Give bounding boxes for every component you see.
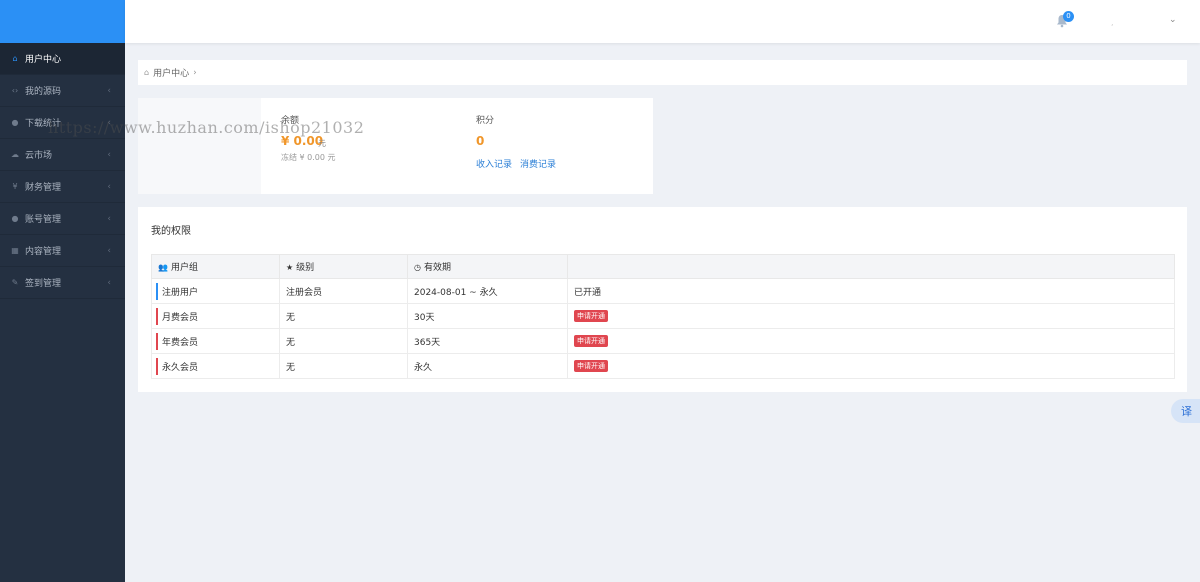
grid-icon: ▦ (11, 246, 19, 255)
column-header-status (567, 254, 1175, 279)
top-header: 0 , ⌄ (125, 0, 1200, 43)
income-records-link[interactable]: 收入记录 (476, 157, 512, 170)
group-cell: 月费会员 (151, 303, 280, 329)
group-name: 年费会员 (162, 337, 199, 348)
sidebar-item-checkin[interactable]: ✎ 签到管理 ‹ (0, 267, 125, 299)
group-cell: 年费会员 (151, 328, 280, 354)
spending-records-link[interactable]: 消费记录 (520, 157, 556, 170)
permissions-title: 我的权限 (151, 226, 191, 237)
logo-area (0, 0, 125, 43)
sidebar-item-cloud-market[interactable]: ☁ 云市场 ‹ (0, 139, 125, 171)
column-header-validity: ◷ 有效期 (407, 254, 568, 279)
validity-cell: 2024-08-01 ~ 永久 (407, 278, 568, 304)
group-cell: 永久会员 (151, 353, 280, 379)
table-header-row: 👥 用户组 ★ 级别 ◷ 有效期 (151, 254, 1175, 279)
chevron-left-icon: ‹ (107, 245, 111, 256)
chevron-left-icon: ‹ (107, 213, 111, 224)
sidebar-item-content[interactable]: ▦ 内容管理 ‹ (0, 235, 125, 267)
status-cell: 申请开通 (567, 328, 1175, 354)
table-row: 年费会员 无 365天 申请开通 (151, 328, 1175, 354)
yen-icon: ¥ (12, 182, 18, 191)
table-row: 月费会员 无 30天 申请开通 (151, 303, 1175, 329)
sidebar-item-label: 我的源码 (25, 87, 62, 97)
user-icon: ● (11, 118, 19, 127)
table-row: 注册用户 注册会员 2024-08-01 ~ 永久 已开通 (151, 278, 1175, 304)
frozen-balance: 冻结 ¥ 0.00 元 (281, 153, 336, 162)
level-cell: 无 (279, 303, 408, 329)
row-indicator (156, 308, 158, 325)
home-icon: ⌂ (144, 68, 150, 77)
apply-button[interactable]: 申请开通 (574, 360, 608, 372)
code-icon: ‹› (11, 86, 19, 95)
level-cell: 无 (279, 353, 408, 379)
chevron-left-icon: ‹ (107, 149, 111, 160)
group-name: 永久会员 (162, 362, 199, 373)
points-label: 积分 (476, 116, 495, 126)
group-name: 注册用户 (162, 287, 199, 298)
validity-cell: 30天 (407, 303, 568, 329)
sidebar-item-my-source[interactable]: ‹› 我的源码 ‹ (0, 75, 125, 107)
level-cell: 注册会员 (279, 278, 408, 304)
sidebar-item-user-center[interactable]: ⌂ 用户中心 (0, 43, 125, 75)
points-value: 0 (476, 134, 485, 148)
permissions-table: 👥 用户组 ★ 级别 ◷ 有效期 注册用户 注册会员 2024-08-01 ~ 永久 … (151, 254, 1175, 379)
apply-button[interactable]: 申请开通 (574, 310, 608, 322)
clock-icon: ◷ (414, 263, 421, 272)
breadcrumb: ⌂ 用户中心 › (138, 60, 1187, 85)
edit-icon: ✎ (11, 278, 19, 287)
column-header-label: 级别 (296, 263, 315, 273)
chevron-left-icon: ‹ (107, 181, 111, 192)
star-icon: ★ (286, 263, 294, 272)
group-cell: 注册用户 (151, 278, 280, 304)
avatar-area (138, 98, 261, 194)
user-menu-separator: , (1111, 18, 1114, 27)
status-cell: 已开通 (567, 278, 1175, 304)
chevron-left-icon: ‹ (107, 85, 111, 96)
table-row: 永久会员 无 永久 申请开通 (151, 353, 1175, 379)
row-indicator (156, 333, 158, 350)
row-indicator (156, 283, 158, 300)
level-cell: 无 (279, 328, 408, 354)
validity-cell: 365天 (407, 328, 568, 354)
column-header-group: 👥 用户组 (151, 254, 280, 279)
cloud-icon: ☁ (11, 150, 19, 159)
watermark-text: https://www.huzhan.com/ishop21032 (48, 118, 365, 137)
sidebar: ⌂ 用户中心 ‹› 我的源码 ‹ ● 下载统计 ‹ ☁ 云市场 ‹ ¥ 财务管理… (0, 0, 125, 582)
status-cell: 申请开通 (567, 303, 1175, 329)
column-header-level: ★ 级别 (279, 254, 408, 279)
status-cell: 申请开通 (567, 353, 1175, 379)
sidebar-item-label: 云市场 (25, 151, 53, 161)
sidebar-item-label: 账号管理 (25, 215, 62, 225)
sidebar-item-account[interactable]: ● 账号管理 ‹ (0, 203, 125, 235)
translate-button[interactable]: 译 (1171, 399, 1200, 423)
column-header-label: 用户组 (170, 263, 198, 273)
breadcrumb-current[interactable]: 用户中心 (153, 66, 189, 79)
permissions-card: 我的权限 👥 用户组 ★ 级别 ◷ 有效期 注册用户 注册会员 2024-08-01 … (138, 207, 1187, 392)
apply-button[interactable]: 申请开通 (574, 335, 608, 347)
balance-unit: 元 (318, 139, 326, 148)
home-icon: ⌂ (12, 54, 18, 63)
group-name: 月费会员 (162, 312, 199, 323)
user-icon: ● (11, 214, 19, 223)
sidebar-item-label: 用户中心 (25, 55, 62, 65)
row-indicator (156, 358, 158, 375)
users-icon: 👥 (158, 263, 168, 272)
chevron-left-icon: ‹ (107, 277, 111, 288)
column-header-label: 有效期 (423, 263, 451, 273)
chevron-down-icon[interactable]: ⌄ (1169, 15, 1177, 25)
sidebar-item-label: 内容管理 (25, 247, 62, 257)
sidebar-item-label: 签到管理 (25, 279, 62, 289)
sidebar-item-finance[interactable]: ¥ 财务管理 ‹ (0, 171, 125, 203)
sidebar-item-label: 财务管理 (25, 183, 62, 193)
balance-card: 余额 ¥ 0.00 元 冻结 ¥ 0.00 元 积分 0 收入记录 消费记录 (138, 98, 653, 194)
breadcrumb-separator-icon: › (193, 67, 197, 78)
notification-badge: 0 (1063, 11, 1074, 22)
validity-cell: 永久 (407, 353, 568, 379)
